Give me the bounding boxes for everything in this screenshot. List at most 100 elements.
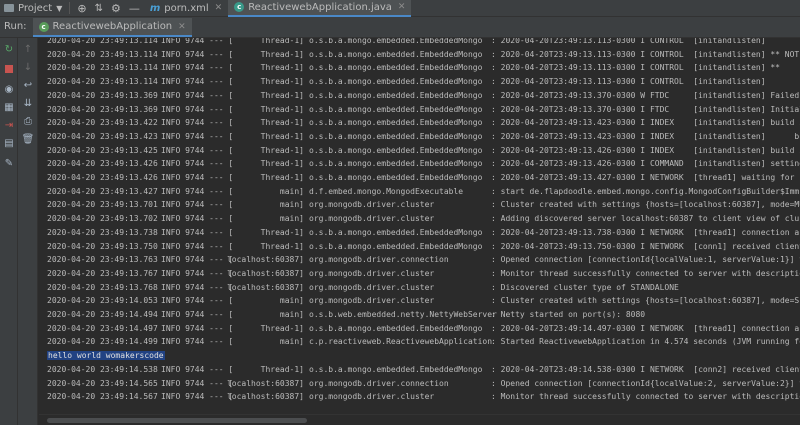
scrollbar-thumb[interactable] <box>47 418 307 423</box>
console-line: 2020-04-20 23:49:13.763 INFO 9744 --- [lo… <box>47 253 800 266</box>
log-level: INFO 9744 --- [ <box>161 392 234 402</box>
tab-reactiveweb-application-java[interactable]: c ReactivewebApplication.java ✕ <box>228 0 412 17</box>
log-level: INFO 9744 --- [ <box>161 38 234 45</box>
log-message: : 2020-04-20T23:49:13.423-0300 I INDEX [… <box>491 131 800 141</box>
log-thread: Thread-1] <box>260 118 304 128</box>
log-timestamp: 2020-04-20 23:49:13.423 <box>47 131 158 141</box>
log-message: : Opened connection [connectionId{localV… <box>491 378 800 388</box>
tab-pom-xml[interactable]: m porn.xml ✕ <box>144 0 228 17</box>
log-thread: Thread-1] <box>260 77 304 87</box>
minimize-icon[interactable]: — <box>125 0 144 17</box>
log-thread: Thread-1] <box>260 63 304 73</box>
layout-icon[interactable]: ▦ <box>2 100 16 114</box>
rerun-icon[interactable]: ↻ <box>2 42 16 56</box>
log-message: : 2020-04-20T23:49:13.750-0300 I NETWORK… <box>491 241 800 251</box>
settings-icon[interactable]: ⚙ <box>107 0 125 17</box>
console-line: 2020-04-20 23:49:13.114 INFO 9744 --- [Th… <box>47 38 800 47</box>
log-logger: org.mongodb.driver.cluster <box>309 392 435 402</box>
chevron-down-icon: ▼ <box>56 3 63 13</box>
split-icon[interactable]: ⇅ <box>91 0 107 17</box>
log-message: : Monitor thread successfully connected … <box>491 268 800 278</box>
log-level: INFO 9744 --- [ <box>161 241 234 251</box>
log-timestamp: 2020-04-20 23:49:13.426 <box>47 173 158 182</box>
log-logger: o.s.b.a.mongo.embedded.EmbeddedMongo <box>309 131 483 141</box>
log-message: : 2020-04-20T23:49:13.427-0300 I NETWORK… <box>491 173 800 182</box>
log-logger: o.s.b.a.mongo.embedded.EmbeddedMongo <box>309 104 483 114</box>
run-config-tab[interactable]: c ReactivewebApplication ✕ <box>32 18 192 37</box>
log-thread: main] <box>279 186 304 196</box>
settings-icon[interactable]: ▤ <box>2 136 16 150</box>
console-line: 2020-04-20 23:49:13.369 INFO 9744 --- [Th… <box>47 103 800 116</box>
run-label: Run: <box>4 21 27 32</box>
log-level: INFO 9744 --- [ <box>161 77 234 87</box>
print-icon[interactable]: ⎙ <box>21 114 35 128</box>
log-thread: Thread-1] <box>260 323 304 333</box>
log-timestamp: 2020-04-20 23:49:13.701 <box>47 200 158 210</box>
log-logger: org.mongodb.driver.cluster <box>309 268 435 278</box>
log-level: INFO 9744 --- [ <box>161 90 234 100</box>
console-line: 2020-04-20 23:49:14.497 INFO 9744 --- [Th… <box>47 322 800 335</box>
log-timestamp: 2020-04-20 23:49:13.426 <box>47 159 158 169</box>
log-level: INFO 9744 --- [ <box>161 214 234 224</box>
console-line: 2020-04-20 23:49:14.494 INFO 9744 --- [ma… <box>47 308 800 321</box>
log-level: INFO 9744 --- [ <box>161 173 234 182</box>
log-thread: main] <box>279 337 304 347</box>
console-output[interactable]: 2020-04-20 23:49:13.114 INFO 9744 --- [Th… <box>39 38 800 414</box>
project-icon <box>4 4 14 12</box>
console-line: 2020-04-20 23:49:14.565 INFO 9744 --- [lo… <box>47 377 800 390</box>
log-level: INFO 9744 --- [ <box>161 49 234 59</box>
globe-icon[interactable]: ⊕ <box>73 0 90 17</box>
top-toolbar: Project ▼ ⊕ ⇅ ⚙ — m porn.xml ✕ c Reactiv… <box>0 0 800 17</box>
log-timestamp: 2020-04-20 23:49:13.422 <box>47 118 158 128</box>
close-icon[interactable]: ✕ <box>215 3 223 13</box>
log-message: : 2020-04-20T23:49:13.426-0300 I INDEX [… <box>491 145 800 155</box>
log-level: INFO 9744 --- [ <box>161 159 234 169</box>
log-level: INFO 9744 --- [ <box>161 268 234 278</box>
console-line: 2020-04-20 23:49:13.426 INFO 9744 --- [Th… <box>47 171 800 184</box>
console-line: 2020-04-20 23:49:13.114 INFO 9744 --- [Th… <box>47 75 800 88</box>
log-thread: localhost:60387] <box>226 268 304 278</box>
scroll-down-icon[interactable]: ↓ <box>21 60 35 74</box>
scroll-up-icon[interactable]: ↑ <box>21 42 35 56</box>
log-timestamp: 2020-04-20 23:49:13.750 <box>47 241 158 251</box>
log-thread: localhost:60387] <box>226 378 304 388</box>
log-logger: c.p.reactiveweb.ReactivewebApplication <box>309 337 493 347</box>
exit-icon[interactable]: ⇥ <box>2 118 16 132</box>
log-logger: org.mongodb.driver.cluster <box>309 200 435 210</box>
pin-icon[interactable]: ✎ <box>2 156 16 170</box>
log-logger: org.mongodb.driver.cluster <box>309 296 435 306</box>
log-logger: o.s.b.a.mongo.embedded.EmbeddedMongo <box>309 38 483 45</box>
console-line: 2020-04-20 23:49:13.425 INFO 9744 --- [Th… <box>47 144 800 157</box>
log-level: INFO 9744 --- [ <box>161 200 234 210</box>
log-timestamp: 2020-04-20 23:49:14.565 <box>47 378 158 388</box>
camera-icon[interactable]: ◉ <box>2 82 16 96</box>
log-logger: org.mongodb.driver.connection <box>309 378 449 388</box>
log-message: : 2020-04-20T23:49:13.113-0300 I CONTROL… <box>491 49 800 59</box>
console-line: 2020-04-20 23:49:13.750 INFO 9744 --- [Th… <box>47 240 800 253</box>
console-line: 2020-04-20 23:49:13.738 INFO 9744 --- [Th… <box>47 226 800 239</box>
console-line: 2020-04-20 23:49:14.499 INFO 9744 --- [ma… <box>47 335 800 348</box>
log-logger: o.s.b.a.mongo.embedded.EmbeddedMongo <box>309 323 483 333</box>
log-level: INFO 9744 --- [ <box>161 145 234 155</box>
run-config-icon: c <box>38 21 49 32</box>
soft-wrap-icon[interactable]: ↩ <box>21 78 35 92</box>
log-message: : Cluster created with settings {hosts=[… <box>491 200 800 210</box>
log-timestamp: 2020-04-20 23:49:13.369 <box>47 104 158 114</box>
tab-label: ReactivewebApplication.java <box>248 1 392 13</box>
log-logger: d.f.embed.mongo.MongodExecutable <box>309 186 464 196</box>
close-icon[interactable]: ✕ <box>398 2 406 12</box>
log-logger: o.s.b.a.mongo.embedded.EmbeddedMongo <box>309 241 483 251</box>
close-icon[interactable]: ✕ <box>178 22 186 32</box>
project-dropdown[interactable]: Project ▼ <box>0 0 66 17</box>
log-level: INFO 9744 --- [ <box>161 255 234 265</box>
log-message: : Cluster created with settings {hosts=[… <box>491 296 800 306</box>
horizontal-scrollbar[interactable] <box>39 414 800 425</box>
stop-icon[interactable] <box>2 62 16 76</box>
console-line: 2020-04-20 23:49:13.702 INFO 9744 --- [ma… <box>47 212 800 225</box>
scroll-to-end-icon[interactable]: ⇊ <box>21 96 35 110</box>
log-timestamp: 2020-04-20 23:49:13.763 <box>47 255 158 265</box>
log-level: INFO 9744 --- [ <box>161 282 234 292</box>
log-timestamp: 2020-04-20 23:49:13.114 <box>47 38 158 45</box>
log-message: : 2020-04-20T23:49:13.738-0300 I NETWORK… <box>491 227 800 237</box>
clear-all-icon[interactable]: 🗑 <box>21 132 35 146</box>
